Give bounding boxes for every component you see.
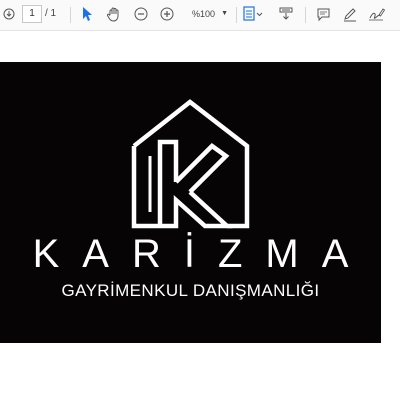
download-icon[interactable]: [2, 4, 16, 24]
cursor-icon[interactable]: [79, 4, 95, 24]
page-total: / 1: [45, 8, 57, 19]
scroll-icon[interactable]: [276, 4, 296, 24]
zoom-select[interactable]: %100 ▼: [186, 5, 230, 23]
zoom-out-icon[interactable]: [132, 4, 150, 24]
page-number-input[interactable]: 1: [22, 5, 42, 23]
pdf-toolbar: 1 / 1 %100 ▼: [0, 0, 400, 31]
zoom-value: %100: [192, 9, 216, 19]
toolbar-separator: [70, 7, 71, 23]
fit-page-icon[interactable]: [241, 4, 265, 24]
comment-icon[interactable]: [314, 4, 332, 24]
chevron-down-icon: ▼: [221, 10, 228, 17]
hand-icon[interactable]: [105, 4, 123, 24]
brand-subtitle: GAYRİMENKUL DANIŞMANLIĞI: [61, 281, 320, 300]
sign-icon[interactable]: [367, 4, 387, 24]
toolbar-separator: [236, 7, 237, 23]
pen-icon[interactable]: [341, 4, 359, 24]
pdf-page: KARİZMA GAYRİMENKUL DANIŞMANLIĞI: [0, 62, 381, 343]
toolbar-separator: [305, 7, 306, 23]
zoom-in-icon[interactable]: [158, 4, 176, 24]
brand-name: KARİZMA: [32, 232, 372, 276]
